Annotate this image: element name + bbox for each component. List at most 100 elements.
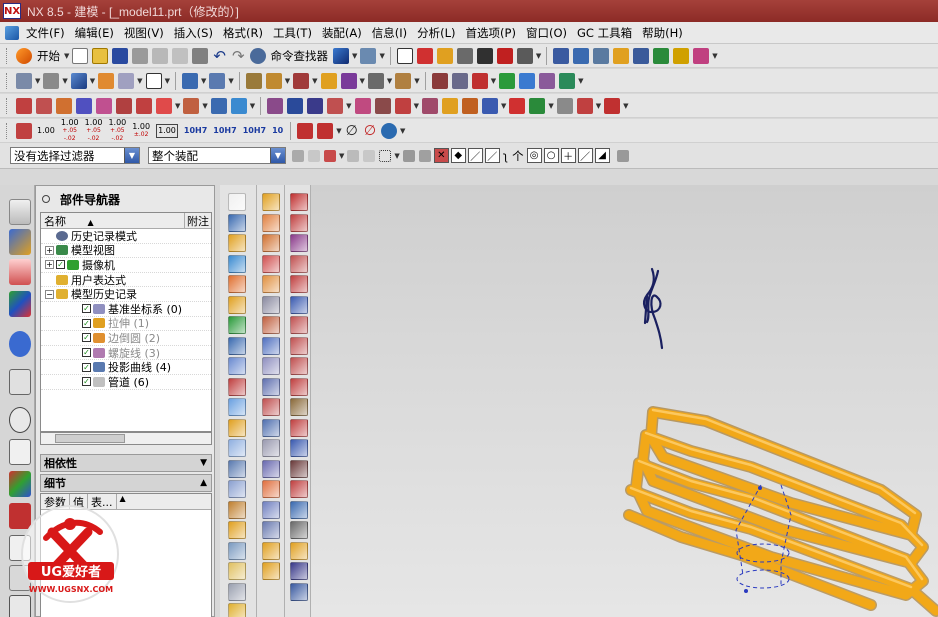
surface-finish-dropdown-icon[interactable]: ▼ bbox=[336, 127, 341, 135]
tool-icon[interactable] bbox=[262, 316, 280, 334]
snap-bounded-icon[interactable]: ◢ bbox=[594, 148, 610, 163]
tolerance-button[interactable]: 1.00 +.05 -.02 bbox=[85, 118, 103, 143]
part-dropdown-icon[interactable]: ▼ bbox=[352, 52, 357, 60]
tool-icon[interactable] bbox=[290, 398, 308, 416]
menu-tools[interactable]: 工具(T) bbox=[268, 23, 317, 43]
tool-icon[interactable] bbox=[290, 541, 308, 560]
paste-icon[interactable] bbox=[172, 47, 189, 64]
snap-tangent-icon[interactable]: 个 bbox=[512, 148, 524, 164]
tool-icon[interactable] bbox=[290, 418, 308, 437]
undo-icon[interactable]: ↶ bbox=[213, 47, 226, 65]
graph-icon[interactable] bbox=[559, 72, 576, 89]
star-icon[interactable] bbox=[320, 72, 337, 89]
snap-quadrant-icon[interactable]: ○ bbox=[543, 148, 559, 163]
snap-line-icon[interactable]: ／ bbox=[484, 148, 500, 163]
rectangle-dropdown-icon[interactable]: ▼ bbox=[394, 152, 399, 160]
feature-icon[interactable] bbox=[418, 149, 431, 162]
tolerance-button[interactable]: 10 bbox=[272, 126, 283, 135]
tool-icon[interactable] bbox=[290, 439, 308, 457]
scale-dropdown-icon[interactable]: ▼ bbox=[491, 77, 496, 85]
tool-icon[interactable] bbox=[228, 398, 246, 416]
tool-icon[interactable] bbox=[228, 193, 246, 211]
sketch-icon[interactable] bbox=[245, 72, 262, 89]
menu-format[interactable]: 格式(R) bbox=[218, 23, 268, 43]
tree-row[interactable]: ✓ 拉伸 (1) bbox=[41, 317, 211, 332]
redo-icon[interactable]: ↷ bbox=[232, 47, 245, 65]
hd3d-tools-tab[interactable] bbox=[9, 331, 31, 357]
spline-icon[interactable] bbox=[327, 97, 344, 114]
menu-view[interactable]: 视图(V) bbox=[119, 23, 169, 43]
tool-icon[interactable] bbox=[228, 562, 246, 580]
menu-insert[interactable]: 插入(S) bbox=[169, 23, 218, 43]
show-hide-icon[interactable] bbox=[181, 72, 198, 89]
note-icon[interactable] bbox=[436, 47, 453, 64]
diameter-icon[interactable]: ∅ bbox=[346, 123, 358, 139]
filter-icon[interactable] bbox=[360, 47, 377, 64]
snap-toggle-icon[interactable] bbox=[324, 149, 336, 162]
tolerance-button[interactable]: 1.00 ±.02 bbox=[132, 122, 150, 139]
weld-icon[interactable] bbox=[604, 97, 621, 114]
sheet-icon[interactable] bbox=[416, 47, 433, 64]
pocket-icon[interactable] bbox=[116, 97, 132, 114]
expand-icon[interactable]: + bbox=[45, 260, 54, 270]
scope-select[interactable]: 整个装配 ▼ bbox=[148, 147, 286, 164]
bridge-icon[interactable] bbox=[421, 97, 438, 114]
tool-icon[interactable] bbox=[228, 213, 246, 232]
tool-icon[interactable] bbox=[228, 418, 246, 437]
camera-icon[interactable] bbox=[118, 72, 135, 89]
menu-window[interactable]: 窗口(O) bbox=[521, 23, 572, 43]
triangle-icon[interactable] bbox=[396, 47, 413, 64]
helix-start-point[interactable] bbox=[758, 486, 762, 490]
tool-icon[interactable] bbox=[262, 439, 280, 457]
toolbar-grip[interactable] bbox=[6, 122, 9, 139]
tool-icon[interactable] bbox=[262, 480, 280, 498]
menu-analysis[interactable]: 分析(L) bbox=[412, 23, 460, 43]
part-navigator-tab[interactable] bbox=[9, 259, 31, 285]
section-icon[interactable] bbox=[451, 72, 468, 89]
offset-curve-icon[interactable] bbox=[394, 97, 411, 114]
layer-icon[interactable] bbox=[553, 47, 570, 64]
tool-icon[interactable] bbox=[228, 295, 246, 314]
palette-dropdown-icon[interactable]: ▼ bbox=[712, 52, 717, 60]
assembly-navigator-tab[interactable] bbox=[9, 199, 31, 225]
tool-icon[interactable] bbox=[290, 562, 308, 580]
visibility-checkbox[interactable]: ✓ bbox=[82, 318, 91, 328]
process-studio-tab[interactable] bbox=[9, 471, 31, 497]
tool-icon[interactable] bbox=[228, 521, 246, 539]
mesh-icon[interactable] bbox=[481, 97, 498, 114]
cut-icon[interactable] bbox=[132, 47, 149, 64]
snap-intersection-icon[interactable]: ＋ bbox=[560, 148, 576, 163]
visibility-checkbox[interactable]: ✓ bbox=[82, 377, 91, 387]
tool-icon[interactable] bbox=[290, 213, 308, 232]
expand-icon[interactable]: + bbox=[45, 245, 54, 255]
work-layer-dropdown-icon[interactable]: ▼ bbox=[228, 77, 233, 85]
datum-icon[interactable] bbox=[265, 72, 282, 89]
tree-row[interactable]: − 模型历史记录 bbox=[41, 287, 211, 302]
work-layer-icon[interactable] bbox=[209, 72, 226, 89]
tool-icon[interactable] bbox=[290, 254, 308, 273]
offset-dropdown-icon[interactable]: ▼ bbox=[250, 102, 255, 110]
patch-icon[interactable] bbox=[529, 97, 546, 114]
visibility-checkbox[interactable]: ✓ bbox=[82, 304, 91, 314]
tool-icon[interactable] bbox=[262, 213, 280, 232]
inside-outside-icon[interactable] bbox=[402, 149, 415, 162]
tool-icon[interactable] bbox=[290, 295, 308, 314]
menu-help[interactable]: 帮助(H) bbox=[637, 23, 688, 43]
shell-icon[interactable] bbox=[210, 97, 227, 114]
orient-dropdown-icon[interactable]: ▼ bbox=[62, 77, 67, 85]
fit-icon[interactable] bbox=[516, 47, 533, 64]
tool-icon[interactable] bbox=[290, 234, 308, 252]
tree-row[interactable]: ✓ 边倒圆 (2) bbox=[41, 331, 211, 346]
dimension-icon[interactable] bbox=[496, 47, 513, 64]
snap-dropdown-icon[interactable]: ▼ bbox=[339, 152, 344, 160]
move-icon[interactable] bbox=[573, 47, 590, 64]
open-folder-icon[interactable] bbox=[92, 47, 109, 64]
tool-icon[interactable] bbox=[228, 603, 246, 617]
tool-icon[interactable] bbox=[290, 377, 308, 396]
reuse-library-tab[interactable] bbox=[9, 291, 31, 317]
tool-icon[interactable] bbox=[262, 275, 280, 293]
constraint-navigator-tab[interactable] bbox=[9, 229, 31, 255]
tool-icon[interactable] bbox=[290, 193, 308, 211]
datum-dropdown-icon[interactable]: ▼ bbox=[285, 77, 290, 85]
tolerance-button[interactable]: 1.00 bbox=[37, 126, 55, 135]
